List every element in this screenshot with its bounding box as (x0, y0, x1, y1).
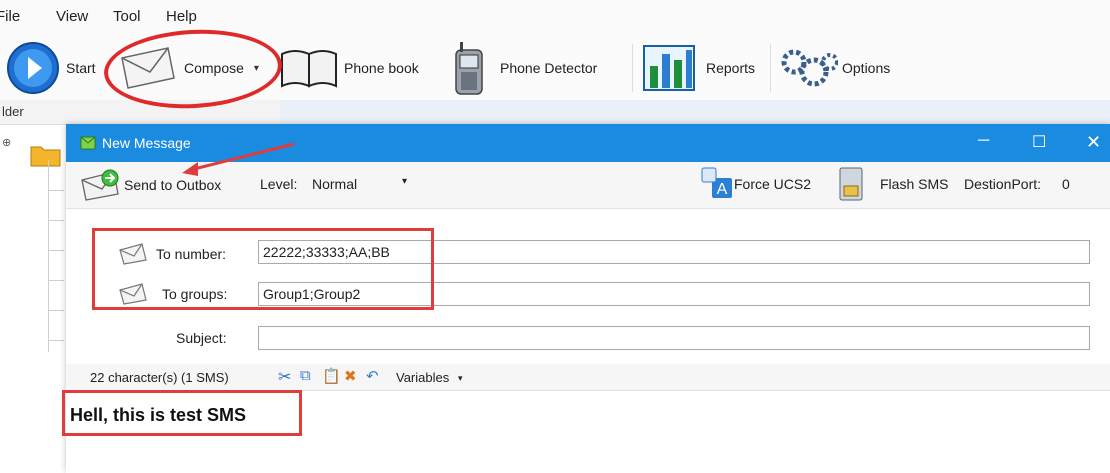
reports-button[interactable]: Reports (642, 36, 755, 100)
subject-label: Subject: (176, 330, 227, 346)
folder-pane-title: lder (2, 104, 24, 119)
toolbar-divider (632, 44, 633, 92)
reports-chart-icon (643, 45, 695, 91)
phonebook-label: Phone book (344, 60, 419, 76)
gears-icon (781, 49, 838, 87)
tree-line (48, 160, 49, 352)
menu-bar: File View Tool Help (0, 0, 1110, 36)
options-button[interactable]: Options (778, 36, 890, 100)
folder-icon[interactable] (30, 142, 62, 168)
mobile-phone-icon (455, 42, 483, 95)
tree-line (48, 250, 64, 251)
expand-toggle-icon[interactable]: ⊕ (2, 136, 11, 149)
svg-text:A: A (717, 181, 728, 198)
tree-line (48, 280, 64, 281)
variables-menu[interactable]: Variables (396, 370, 449, 385)
close-icon[interactable]: ✕ (1086, 132, 1101, 153)
reports-label: Reports (706, 60, 756, 76)
cut-icon[interactable]: ✂ (278, 367, 291, 387)
destion-port-label: DestionPort: (964, 176, 1042, 192)
phone-detector-button[interactable]: Phone Detector (452, 36, 597, 100)
sim-card-icon[interactable] (838, 166, 864, 202)
message-app-icon (80, 136, 96, 150)
tree-line (48, 340, 64, 341)
copy-icon[interactable]: ⧉ (300, 367, 311, 384)
character-count: 22 character(s) (1 SMS) (90, 370, 229, 385)
translate-icon[interactable]: A (700, 166, 734, 202)
undo-icon[interactable]: ↶ (366, 367, 379, 385)
flash-sms-label[interactable]: Flash SMS (880, 176, 948, 192)
destion-port-value[interactable]: 0 (1062, 176, 1070, 192)
subject-field[interactable] (258, 326, 1090, 350)
minimize-icon[interactable]: ─ (978, 132, 989, 150)
annotation-arrow (182, 142, 295, 176)
folder-pane-header: lder (0, 100, 280, 125)
menu-help[interactable]: Help (166, 8, 197, 25)
options-label: Options (842, 60, 891, 76)
menu-tool[interactable]: Tool (113, 8, 141, 25)
phonebook-button[interactable]: Phone book (280, 36, 419, 100)
force-ucs2-label[interactable]: Force UCS2 (734, 176, 811, 192)
maximize-icon[interactable]: ☐ (1032, 132, 1046, 152)
tree-line (48, 220, 64, 221)
book-icon (281, 50, 337, 88)
editor-toolbar: 22 character(s) (1 SMS) ✂ ⧉ 📋 ✖ ↶ Variab… (66, 364, 1110, 390)
message-highlight-box (62, 390, 302, 436)
delete-icon[interactable]: ✖ (344, 367, 357, 385)
start-label: Start (66, 60, 96, 76)
recipients-highlight-box (92, 228, 434, 310)
toolbar-divider (770, 44, 771, 92)
menu-file[interactable]: File (0, 8, 20, 25)
menu-view[interactable]: View (56, 8, 88, 25)
paste-icon[interactable]: 📋 (322, 367, 341, 385)
start-icon (7, 42, 59, 94)
chevron-down-icon[interactable]: ▾ (402, 176, 407, 187)
tree-line (48, 310, 64, 311)
level-select[interactable]: Normal (312, 176, 357, 192)
chevron-down-icon[interactable]: ▾ (458, 373, 463, 384)
send-envelope-icon (81, 169, 119, 201)
start-button[interactable]: Start (6, 36, 96, 100)
phone-detector-label: Phone Detector (500, 60, 598, 76)
tree-line (48, 190, 64, 191)
